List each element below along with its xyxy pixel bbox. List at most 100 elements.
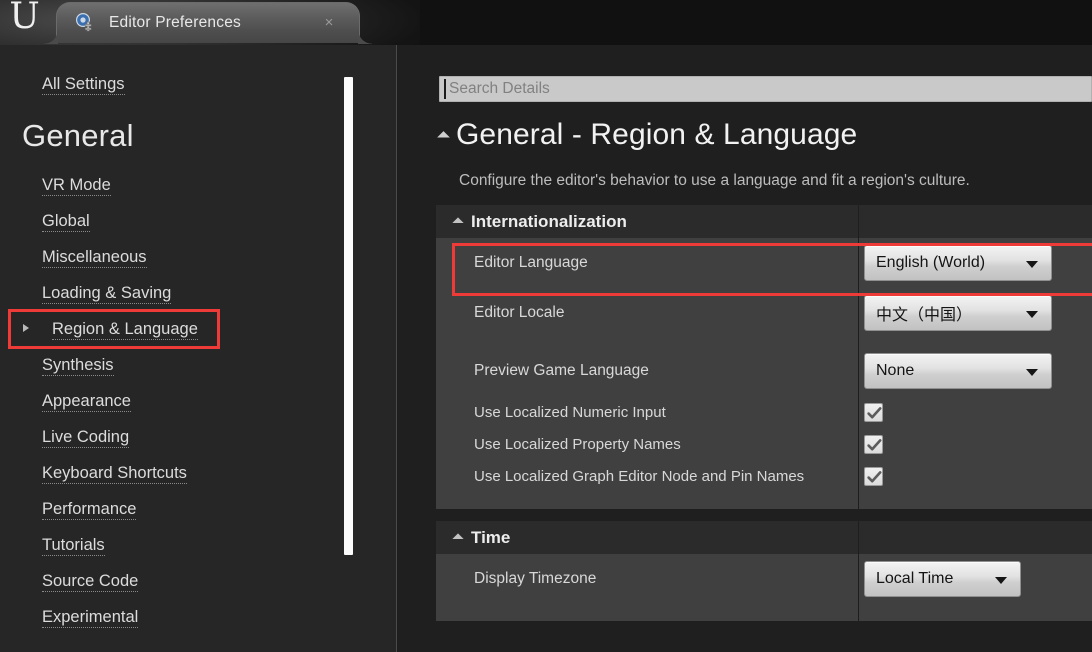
dropdown-value: None [876, 362, 915, 379]
property-row: Display Timezone Local Time [436, 554, 1092, 604]
sidebar-item-label: Synthesis [42, 355, 114, 376]
chevron-right-icon[interactable] [23, 324, 29, 332]
sidebar-item-source-code[interactable]: Source Code [0, 563, 345, 599]
sidebar-item-label: Performance [42, 499, 137, 520]
dropdown-editor-locale[interactable]: 中文（中国） [864, 295, 1052, 331]
property-value: English (World) [858, 245, 1092, 281]
section-footer [436, 604, 1092, 621]
property-label: Use Localized Graph Editor Node and Pin … [474, 467, 805, 485]
section-footer [436, 492, 1092, 509]
check-icon [867, 438, 882, 450]
properties-table: Internationalization Editor Language Engli… [436, 205, 1092, 621]
sidebar-item-miscellaneous[interactable]: Miscellaneous [0, 239, 345, 275]
property-section: Time Display Timezone Local Time [436, 521, 1092, 621]
details-panel: General - Region & Language Configure th… [398, 45, 1092, 652]
chevron-down-icon[interactable] [1026, 261, 1038, 268]
settings-sidebar: All Settings General VR Mode Global Miscella… [0, 45, 397, 652]
chevron-down-icon[interactable] [995, 577, 1007, 584]
property-label: Editor Language [474, 254, 588, 271]
chevron-down-icon[interactable] [1026, 369, 1038, 376]
dropdown-value: 中文（中国） [876, 307, 973, 324]
close-icon[interactable]: × [321, 15, 337, 31]
collapse-triangle-icon[interactable] [437, 130, 450, 144]
dropdown-preview-game-language[interactable]: None [864, 353, 1052, 389]
editor-preferences-icon [75, 12, 97, 34]
column-divider [858, 205, 859, 509]
checkbox-use-localized-property-names[interactable] [864, 434, 883, 454]
sidebar-item-label: Keyboard Shortcuts [42, 463, 187, 484]
property-rows: Display Timezone Local Time [436, 554, 1092, 621]
property-value [858, 434, 1092, 454]
property-row: Preview Game Language None [436, 346, 1092, 396]
dropdown-editor-language[interactable]: English (World) [864, 245, 1052, 281]
checkbox-use-localized-numeric-input[interactable] [864, 402, 883, 422]
property-label: Display Timezone [474, 570, 597, 587]
page-subtitle: Configure the editor's behavior to use a… [459, 172, 970, 189]
sidebar-item-vr-mode[interactable]: VR Mode [0, 167, 345, 203]
sidebar-item-performance[interactable]: Performance [0, 491, 345, 527]
section-collapse-triangle-icon[interactable] [452, 533, 464, 545]
property-value: 中文（中国） [858, 295, 1092, 331]
property-label: Editor Locale [474, 304, 565, 321]
property-label: Use Localized Property Names [474, 435, 681, 453]
sidebar-item-label: VR Mode [42, 175, 111, 196]
sidebar-item-experimental[interactable]: Experimental [0, 599, 345, 635]
section-title: Time [471, 527, 511, 547]
sidebar-item-label: Experimental [42, 607, 139, 628]
check-icon [867, 470, 882, 482]
sidebar-nav-list: All Settings General VR Mode Global Miscella… [0, 45, 345, 652]
property-label: Preview Game Language [474, 362, 649, 379]
tab-title: Editor Preferences [109, 14, 241, 31]
sidebar-item-label: Loading & Saving [42, 283, 172, 304]
editor-preferences-window: U Editor Preferences × All Settings Gener… [0, 0, 1092, 652]
section-gap [436, 509, 1092, 521]
chevron-down-icon[interactable] [1026, 311, 1038, 318]
page-title: General - Region & Language [456, 118, 858, 151]
search-details-field[interactable] [439, 76, 1092, 102]
tab-editor-preferences[interactable]: Editor Preferences × [44, 2, 372, 44]
dropdown-display-timezone[interactable]: Local Time [864, 561, 1021, 597]
sidebar-item-global[interactable]: Global [0, 203, 345, 239]
search-input[interactable] [439, 76, 1092, 102]
sidebar-item-label: All Settings [42, 74, 125, 95]
property-row: Editor Language English (World) [436, 238, 1092, 288]
property-value: None [858, 353, 1092, 389]
property-row: Use Localized Numeric Input [436, 396, 1092, 428]
search-text-caret [444, 79, 446, 99]
sidebar-item-label: Tutorials [42, 535, 105, 556]
property-row: Use Localized Graph Editor Node and Pin … [436, 460, 1092, 492]
sidebar-item-label: Live Coding [42, 427, 130, 448]
sidebar-item-live-coding[interactable]: Live Coding [0, 419, 345, 455]
sidebar-item-tutorials[interactable]: Tutorials [0, 527, 345, 563]
sidebar-group-title: General [22, 118, 134, 153]
property-value [858, 466, 1092, 486]
sidebar-item-label: Appearance [42, 391, 131, 412]
sidebar-divider [396, 45, 397, 652]
section-collapse-triangle-icon[interactable] [452, 217, 464, 229]
sidebar-item-synthesis[interactable]: Synthesis [0, 347, 345, 383]
sidebar-item-region-language[interactable]: Region & Language [8, 309, 220, 349]
property-value: Local Time [858, 561, 1092, 597]
sidebar-item-all-settings[interactable]: All Settings [0, 66, 345, 102]
property-rows: Editor Language English (World) Editor Loc… [436, 238, 1092, 509]
property-row: Use Localized Property Names [436, 428, 1092, 460]
dropdown-value: English (World) [876, 254, 986, 271]
sidebar-item-appearance[interactable]: Appearance [0, 383, 345, 419]
property-row: Editor Locale 中文（中国） [436, 288, 1092, 338]
property-label: Use Localized Numeric Input [474, 403, 666, 421]
sidebar-scrollbar-thumb[interactable] [344, 77, 353, 555]
column-divider [858, 521, 859, 621]
section-header-time[interactable]: Time [436, 521, 1092, 554]
unreal-engine-logo-icon: U [9, 0, 39, 37]
property-value [858, 402, 1092, 422]
page-title-row: General - Region & Language [437, 118, 858, 152]
section-header-internationalization[interactable]: Internationalization [436, 205, 1092, 238]
sidebar-item-keyboard-shortcuts[interactable]: Keyboard Shortcuts [0, 455, 345, 491]
checkbox-use-localized-graph-editor-node-and-pin-names[interactable] [864, 466, 883, 486]
sidebar-item-label: Region & Language [52, 319, 198, 340]
section-title: Internationalization [471, 211, 627, 231]
sidebar-item-label: Miscellaneous [42, 247, 147, 268]
sidebar-item-loading-saving[interactable]: Loading & Saving [0, 275, 345, 311]
title-bar: U Editor Preferences × [0, 0, 1092, 45]
sidebar-item-label: Global [42, 211, 90, 232]
